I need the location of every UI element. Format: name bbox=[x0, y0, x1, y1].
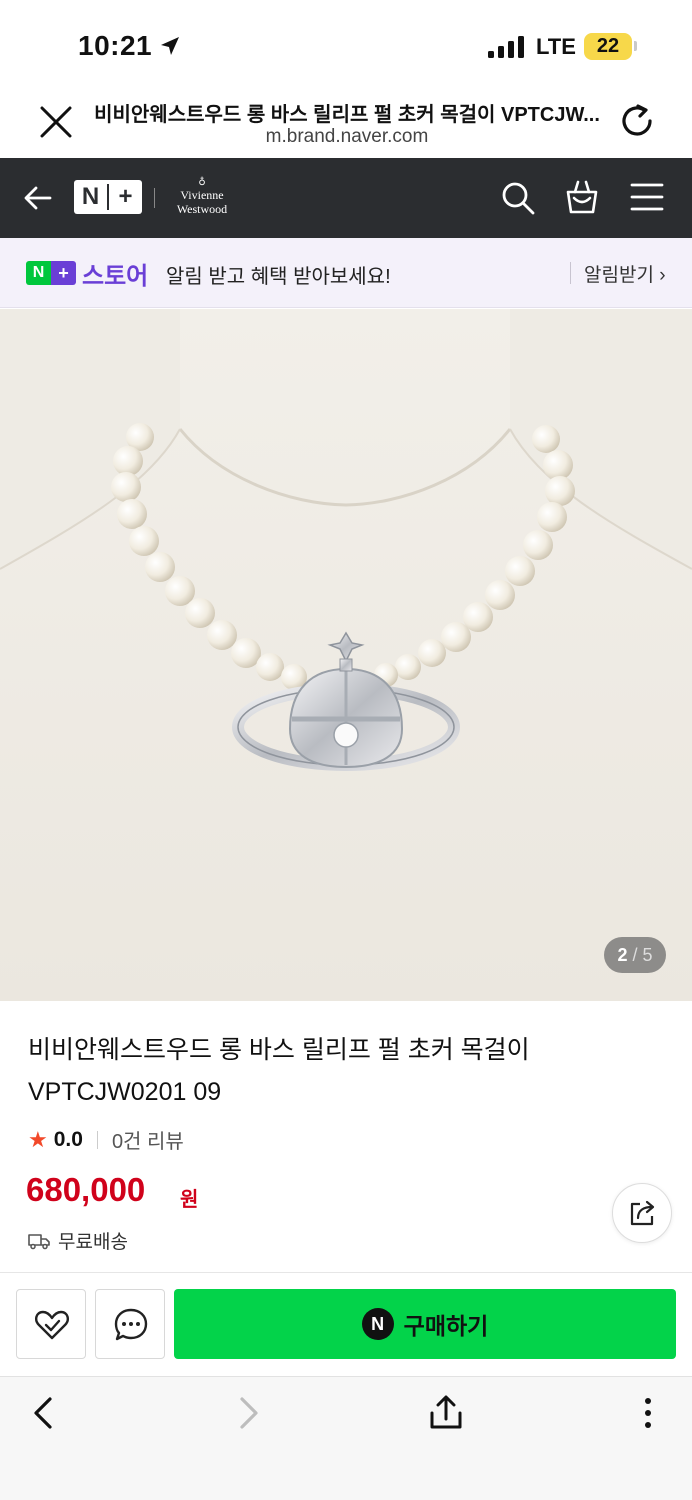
shipping-info: 무료배송 bbox=[28, 1227, 128, 1254]
heart-icon bbox=[35, 1310, 69, 1340]
nplus-store-badge: N + bbox=[26, 261, 76, 285]
naver-pay-icon: N bbox=[361, 1308, 394, 1340]
price-currency: 원 bbox=[180, 1189, 199, 1211]
product-price: 680,000 bbox=[26, 1171, 146, 1208]
location-arrow-icon bbox=[161, 37, 179, 55]
more-vertical-icon[interactable] bbox=[628, 1393, 668, 1433]
product-name: 비비안웨스트우드 롱 바스 릴리프 펄 초커 목걸이 VPTCJW0201 09 bbox=[28, 1029, 588, 1113]
page-domain[interactable]: m.brand.naver.com bbox=[92, 126, 602, 148]
share-icon bbox=[630, 1200, 655, 1226]
orb-icon: ♁ bbox=[198, 177, 206, 188]
share-button[interactable] bbox=[612, 1183, 672, 1243]
product-name-line1: 비비안웨스트우드 롱 바스 릴리프 펄 초커 목걸이 bbox=[28, 1036, 530, 1064]
logo-n: N bbox=[81, 183, 100, 210]
logo-plus: + bbox=[118, 183, 133, 210]
naver-plus-logo[interactable]: N + bbox=[74, 180, 142, 214]
product-photo bbox=[0, 309, 692, 1001]
talk-inquiry-button[interactable] bbox=[95, 1289, 165, 1359]
badge-n: N bbox=[26, 261, 51, 285]
status-time: 10:21 bbox=[78, 30, 153, 61]
header-divider bbox=[154, 188, 155, 208]
brand-line2: Westwood bbox=[176, 202, 228, 216]
browser-toolbar bbox=[0, 1376, 692, 1500]
banner-divider bbox=[570, 262, 571, 284]
chevron-right-icon[interactable] bbox=[228, 1393, 268, 1433]
delivery-truck-icon bbox=[28, 1233, 50, 1249]
product-info: 비비안웨스트우드 롱 바스 릴리프 펄 초커 목걸이 VPTCJW0201 09… bbox=[0, 1001, 692, 1273]
site-header: N + ♁ Vivienne Westwood bbox=[0, 158, 692, 238]
chevron-left-icon[interactable] bbox=[24, 1393, 64, 1433]
buy-now-button[interactable]: N 구매하기 bbox=[174, 1289, 676, 1359]
product-name-line2: VPTCJW0201 09 bbox=[28, 1078, 222, 1106]
back-arrow-icon[interactable] bbox=[22, 182, 54, 214]
image-page-counter: 2 / 5 bbox=[604, 937, 666, 973]
battery-tip bbox=[634, 41, 637, 51]
share-upload-icon[interactable] bbox=[426, 1393, 466, 1433]
product-image-carousel[interactable]: 2 / 5 bbox=[0, 309, 692, 1001]
shipping-label: 무료배송 bbox=[58, 1232, 128, 1253]
chat-bubble-icon bbox=[114, 1308, 148, 1341]
browser-url-bar: 비비안웨스트우드 롱 바스 릴리프 펄 초커 목걸이 VPTCJW... m.b… bbox=[0, 90, 692, 158]
rating-score: 0.0 bbox=[53, 1127, 83, 1151]
store-label: 스토어 bbox=[82, 263, 149, 290]
status-bar: 10:21 LTE 22 bbox=[0, 0, 692, 90]
shopping-bag-icon[interactable] bbox=[564, 178, 600, 216]
image-page-current: 2 bbox=[617, 945, 628, 965]
network-type: LTE bbox=[536, 34, 576, 59]
cellular-signal-icon bbox=[488, 36, 524, 58]
image-page-total: 5 bbox=[642, 945, 653, 965]
subscribe-alert-link[interactable]: 알림받기 › bbox=[584, 260, 666, 287]
page-title: 비비안웨스트우드 롱 바스 릴리프 펄 초커 목걸이 VPTCJW... bbox=[94, 104, 600, 126]
search-icon[interactable] bbox=[500, 180, 536, 216]
brand-line1: Vivienne bbox=[180, 188, 224, 202]
wishlist-button[interactable] bbox=[16, 1289, 86, 1359]
review-count[interactable]: 0건 리뷰 bbox=[112, 1125, 184, 1154]
rating-divider bbox=[96, 1130, 98, 1149]
battery-indicator: 22 bbox=[584, 33, 632, 60]
buy-now-label: 구매하기 bbox=[403, 1313, 489, 1339]
reload-icon[interactable] bbox=[618, 102, 656, 140]
hamburger-menu-icon[interactable] bbox=[630, 182, 664, 212]
purchase-action-bar: N 구매하기 bbox=[0, 1272, 692, 1376]
star-icon: ★ bbox=[28, 1126, 48, 1152]
badge-plus: + bbox=[51, 261, 76, 285]
notification-banner: N + 스토어 알림 받고 혜택 받아보세요! 알림받기 › bbox=[0, 238, 692, 308]
brand-logo[interactable]: ♁ Vivienne Westwood bbox=[170, 178, 234, 218]
banner-message: 알림 받고 혜택 받아보세요! bbox=[166, 266, 391, 288]
close-icon[interactable] bbox=[38, 104, 74, 140]
rating-row[interactable]: ★ 0.0 0건 리뷰 bbox=[28, 1125, 184, 1154]
